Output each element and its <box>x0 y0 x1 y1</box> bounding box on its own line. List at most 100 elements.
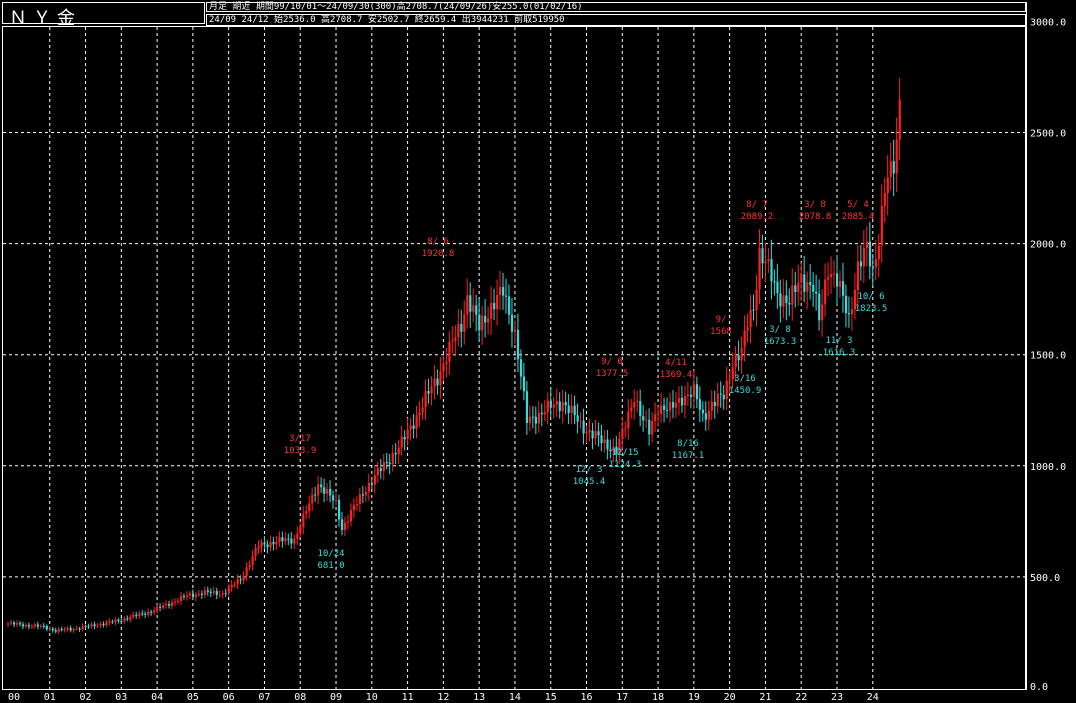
candle-body <box>57 628 60 632</box>
candle-body <box>308 503 311 512</box>
annotation-date: 8/ 6 <box>427 237 449 247</box>
candle-body <box>439 371 442 386</box>
candle-body <box>883 193 886 206</box>
candle-body <box>728 379 731 381</box>
candle-body <box>549 400 552 408</box>
candle-body <box>785 295 788 304</box>
x-tick-label: 03 <box>115 692 127 703</box>
candle-body <box>740 347 743 361</box>
candle-body <box>451 341 454 343</box>
candle-body <box>448 341 451 363</box>
candle-body <box>233 584 236 586</box>
candle-body <box>349 510 353 522</box>
candle-body <box>561 402 564 411</box>
candle-body <box>576 415 579 422</box>
candle-body <box>838 281 842 287</box>
annotation-value: 1167.1 <box>672 451 705 461</box>
candle-body <box>135 614 138 616</box>
candle-body <box>45 626 48 630</box>
candle-body <box>880 205 883 246</box>
candle-body <box>87 626 90 628</box>
x-tick-label: 00 <box>8 692 20 703</box>
candle-body <box>138 613 141 616</box>
candle-body <box>200 593 204 595</box>
candle-body <box>329 489 332 496</box>
candle-body <box>129 616 132 620</box>
candle-body <box>552 404 555 408</box>
candle-body <box>484 315 487 323</box>
candle-body <box>290 538 293 544</box>
candle-body <box>320 484 323 488</box>
candle-body <box>346 521 350 523</box>
candle-body <box>663 405 666 410</box>
candle-body <box>427 391 430 394</box>
candle-body <box>773 281 776 283</box>
candle-body <box>809 282 812 285</box>
x-tick-label: 04 <box>151 692 163 703</box>
candle-body <box>182 596 186 598</box>
candle-body <box>633 402 636 408</box>
candle-body <box>776 281 779 294</box>
candle-body <box>537 412 540 424</box>
x-tick-label: 09 <box>330 692 342 703</box>
candle-body <box>400 436 403 448</box>
candle-body <box>573 405 576 416</box>
candle-body <box>758 248 761 290</box>
candle-body <box>165 603 168 606</box>
candle-body <box>683 396 687 406</box>
candle-body <box>373 475 376 485</box>
candle-body <box>296 533 299 539</box>
x-tick-label: 10 <box>366 692 378 703</box>
candle-body <box>72 628 75 631</box>
candle-body <box>191 593 195 597</box>
candle-body <box>269 541 272 548</box>
candle-body <box>343 522 347 530</box>
candle-body <box>173 601 177 603</box>
candle-body <box>272 541 275 545</box>
candle-body <box>660 405 663 414</box>
candle-body <box>657 413 660 415</box>
candle-body <box>636 401 639 403</box>
candle-body <box>90 624 93 627</box>
candle-body <box>481 315 484 331</box>
candle-body <box>185 595 189 597</box>
candle-body <box>361 494 365 496</box>
candle-body <box>746 327 749 331</box>
candle-body <box>856 261 860 290</box>
y-tick-label: 3000.0 <box>1030 17 1066 28</box>
candle-body <box>263 542 266 545</box>
candle-body <box>824 279 827 305</box>
annotation-value: 1673.3 <box>764 337 797 347</box>
candle-body <box>108 621 111 623</box>
candle-body <box>704 413 707 420</box>
candle-body <box>302 513 305 528</box>
candle-body <box>460 324 463 332</box>
candle-body <box>176 600 180 602</box>
candle-body <box>117 619 120 622</box>
x-tick-label: 02 <box>80 692 92 703</box>
candle-body <box>54 630 57 632</box>
candle-body <box>206 590 209 592</box>
annotation-date: 12/15 <box>611 448 638 458</box>
candle-body <box>761 248 764 264</box>
candle-body <box>424 391 427 408</box>
candle-body <box>60 628 63 630</box>
candle-body <box>376 468 379 476</box>
candle-body <box>722 394 725 400</box>
candle-body <box>540 412 543 415</box>
candle-body <box>69 628 72 631</box>
candle-body <box>734 355 737 367</box>
candle-body <box>555 401 558 405</box>
candle-body <box>445 362 448 365</box>
candle-body <box>391 453 394 465</box>
candle-body <box>496 295 499 310</box>
annotation-value: 1568 <box>710 327 732 337</box>
candle-body <box>18 623 22 625</box>
candle-body <box>287 538 290 540</box>
candlestick-chart: 0.0 500.0 1000.0 1500.0 2000.0 2500.0 3000.0 00… <box>3 17 1066 703</box>
candle-body <box>671 402 675 408</box>
candle-body <box>406 429 409 440</box>
candle-body <box>239 579 242 581</box>
candle-body <box>382 462 385 472</box>
candle-body <box>340 519 344 530</box>
